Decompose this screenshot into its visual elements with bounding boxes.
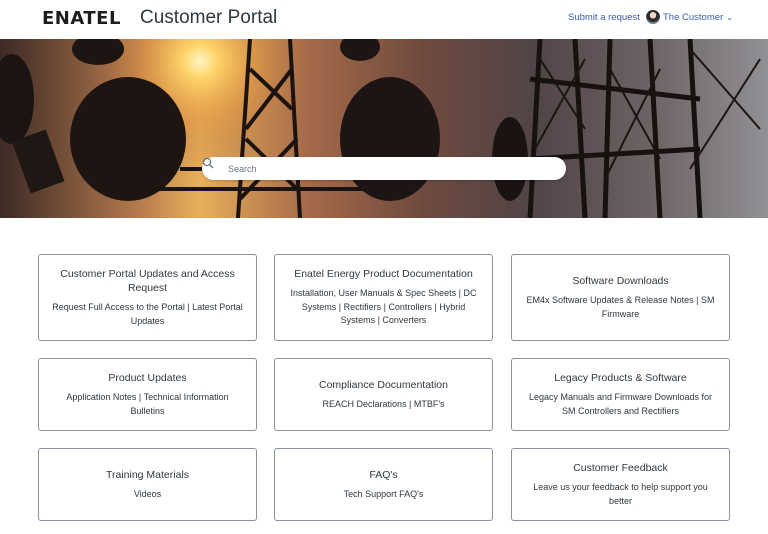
- category-card-compliance-documentation[interactable]: Compliance Documentation REACH Declarati…: [274, 358, 493, 431]
- category-description: EM4x Software Updates & Release Notes | …: [526, 295, 715, 319]
- category-description: Legacy Manuals and Firmware Downloads fo…: [528, 392, 713, 416]
- category-title: Software Downloads: [572, 275, 669, 287]
- category-card-legacy-products[interactable]: Legacy Products & Software Legacy Manual…: [511, 358, 730, 431]
- chevron-down-icon: ⌄: [726, 12, 733, 22]
- category-card-product-documentation[interactable]: Enatel Energy Product Documentation Inst…: [274, 254, 493, 341]
- category-description: Tech Support FAQ's: [343, 488, 424, 499]
- category-card-training-materials[interactable]: Training Materials Videos: [38, 448, 257, 521]
- category-card-software-downloads[interactable]: Software Downloads EM4x Software Updates…: [511, 254, 730, 341]
- category-description: REACH Declarations | MTBF's: [322, 398, 445, 409]
- category-description: Installation, User Manuals & Spec Sheets…: [290, 288, 477, 326]
- portal-title: Customer Portal: [140, 7, 278, 28]
- category-title: Compliance Documentation: [319, 378, 448, 391]
- search-input[interactable]: [228, 163, 548, 174]
- category-title: Customer Portal Updates and Access Reque…: [60, 268, 235, 294]
- category-title: Product Updates: [108, 372, 187, 384]
- search-bar[interactable]: [202, 157, 566, 180]
- search-icon: [202, 157, 223, 175]
- hero-background-image: [0, 39, 768, 218]
- avatar: [646, 10, 660, 24]
- category-title: Training Materials: [105, 468, 190, 481]
- category-description: Request Full Access to the Portal | Late…: [52, 302, 243, 326]
- category-description: Leave us your feedback to help support y…: [533, 482, 708, 506]
- category-description: Videos: [133, 488, 162, 499]
- site-header: ENATEL Customer Portal Submit a request …: [0, 0, 768, 39]
- category-title: FAQ's: [369, 468, 398, 481]
- category-card-portal-updates[interactable]: Customer Portal Updates and Access Reque…: [38, 254, 257, 341]
- category-title: Customer Feedback: [573, 462, 668, 474]
- submit-request-link[interactable]: Submit a request: [568, 12, 640, 23]
- category-card-product-updates[interactable]: Product Updates Application Notes | Tech…: [38, 358, 257, 431]
- category-title: Legacy Products & Software: [554, 372, 687, 384]
- hero-banner: [0, 39, 768, 218]
- user-name: The Customer: [663, 11, 724, 23]
- category-card-customer-feedback[interactable]: Customer Feedback Leave us your feedback…: [511, 448, 730, 521]
- category-card-faqs[interactable]: FAQ's Tech Support FAQ's: [274, 448, 493, 521]
- enatel-logo[interactable]: ENATEL: [42, 8, 121, 29]
- user-menu[interactable]: The Customer ⌄: [646, 10, 733, 24]
- category-title: Enatel Energy Product Documentation: [294, 268, 473, 281]
- category-description: Application Notes | Technical Informatio…: [66, 392, 229, 416]
